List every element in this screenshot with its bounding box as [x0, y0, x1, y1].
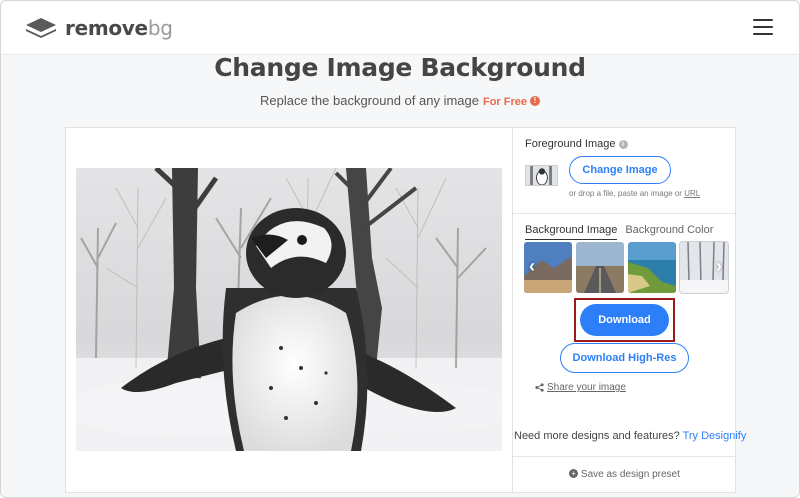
- foreground-thumbnail[interactable]: [525, 165, 558, 186]
- layers-logo-icon: [26, 18, 56, 38]
- free-badge: For Free: [482, 96, 527, 108]
- download-button[interactable]: Download: [580, 304, 669, 336]
- tab-background-image[interactable]: Background Image: [525, 224, 618, 240]
- bg-thumbnail-coast[interactable]: [628, 242, 676, 293]
- background-tabs: Background Image Background Color: [525, 224, 713, 240]
- designify-promo: Need more designs and features? Try Desi…: [514, 430, 747, 442]
- download-hires-button[interactable]: Download High-Res: [560, 343, 689, 373]
- save-preset-button[interactable]: + Save as design preset: [513, 456, 736, 492]
- info-icon[interactable]: i: [618, 139, 628, 149]
- logo-text: removebg: [65, 16, 173, 40]
- share-icon: [535, 383, 544, 392]
- info-icon[interactable]: !: [530, 95, 540, 106]
- background-thumbnails: ‹ ›: [524, 241, 729, 294]
- url-link[interactable]: URL: [684, 189, 700, 198]
- foreground-section: Foreground Image i Change Image or drop a…: [513, 128, 736, 214]
- hamburger-menu-icon[interactable]: [753, 19, 773, 35]
- bg-thumbnail-road[interactable]: [576, 242, 624, 293]
- drop-hint: or drop a file, paste an image or URL: [569, 189, 701, 198]
- app-window: removebg Change Image Background Replace…: [0, 0, 800, 498]
- carousel-prev-icon[interactable]: ‹: [529, 256, 535, 277]
- top-header: removebg: [1, 1, 799, 55]
- editor-card: Foreground Image i Change Image or drop a…: [65, 127, 746, 493]
- download-highlight: Download: [574, 298, 675, 342]
- tab-background-color[interactable]: Background Color: [625, 224, 713, 240]
- carousel-next-icon[interactable]: ›: [716, 256, 722, 277]
- page-subtitle: Replace the background of any image For F…: [1, 93, 799, 108]
- foreground-title: Foreground Image i: [525, 138, 628, 150]
- designify-link[interactable]: Try Designify: [683, 430, 747, 442]
- preview-image: [76, 168, 502, 451]
- page-title: Change Image Background: [214, 53, 586, 82]
- plus-circle-icon: +: [569, 468, 579, 478]
- logo[interactable]: removebg: [25, 15, 173, 41]
- change-image-button[interactable]: Change Image: [569, 156, 671, 184]
- share-link[interactable]: Share your image: [535, 382, 626, 393]
- side-panel: Foreground Image i Change Image or drop a…: [512, 128, 746, 492]
